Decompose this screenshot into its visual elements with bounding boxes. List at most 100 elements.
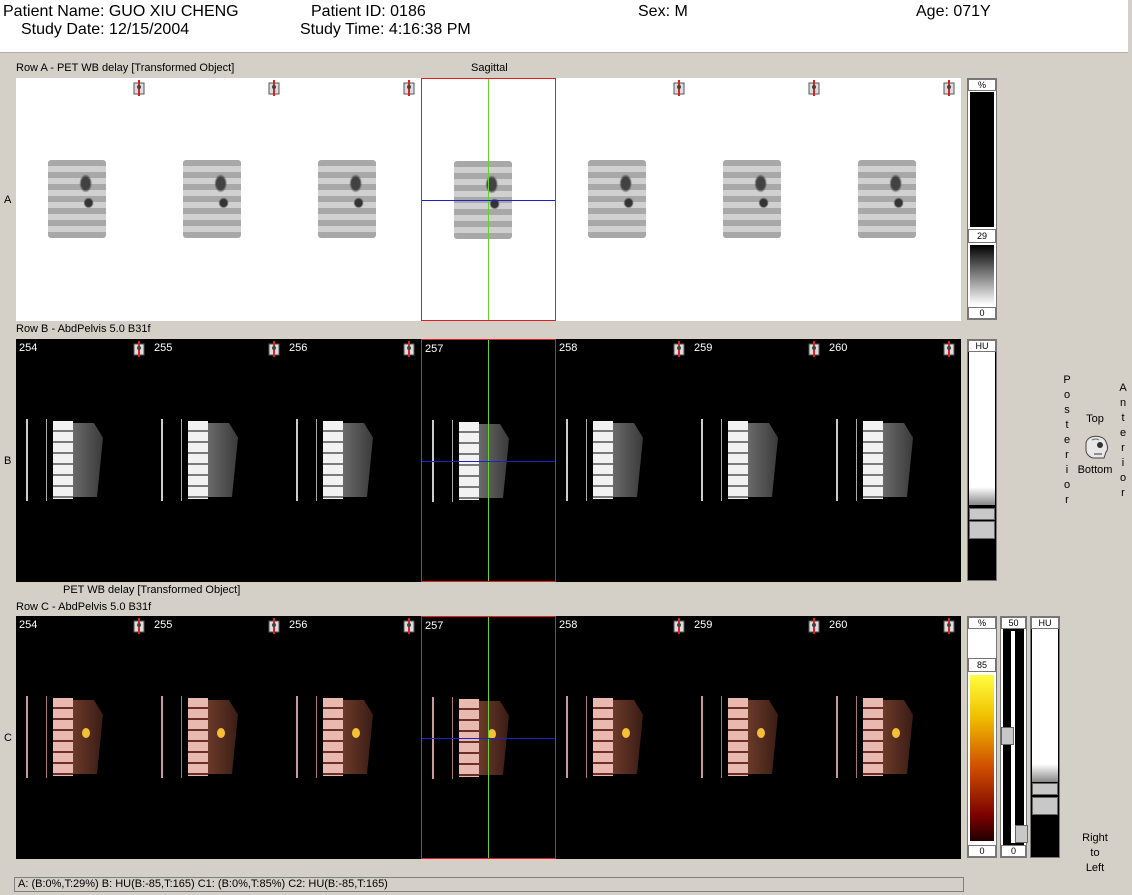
orientation-letter: i: [1065, 464, 1069, 476]
fused-sagittal-image: [296, 696, 376, 778]
row-a-scale-min[interactable]: 0: [968, 307, 996, 319]
patient-header: Patient Name: GUO XIU CHENG Patient ID: …: [0, 0, 1128, 53]
row-a-scale-window: [970, 92, 994, 227]
image-cell[interactable]: [16, 78, 151, 321]
orientation-letter: e: [1063, 434, 1071, 446]
slice-orientation-icon[interactable]: [266, 341, 282, 357]
slice-orientation-icon[interactable]: [131, 80, 147, 96]
row-c-pet-unit: %: [968, 617, 996, 629]
image-cell[interactable]: 255: [151, 616, 286, 859]
orientation-letter: r: [1121, 442, 1125, 454]
ct-sagittal-image: [26, 419, 106, 501]
row-c-image-strip[interactable]: 254 255 256 257 258 259 260: [16, 616, 961, 859]
orientation-letter: r: [1121, 487, 1125, 499]
image-cell[interactable]: 257: [421, 616, 556, 859]
image-cell[interactable]: 258: [556, 339, 691, 582]
row-c-blend-handle-left[interactable]: [1001, 727, 1014, 745]
row-c-pet-scale[interactable]: % 85 0: [967, 616, 997, 858]
image-cell[interactable]: 255: [151, 339, 286, 582]
image-cell[interactable]: 257: [421, 339, 556, 582]
slice-orientation-icon[interactable]: [401, 618, 417, 634]
image-cell[interactable]: [826, 78, 961, 321]
image-cell[interactable]: 259: [691, 339, 826, 582]
status-bar: A: (B:0%,T:29%) B: HU(B:-85,T:165) C1: (…: [14, 877, 964, 892]
slice-orientation-icon[interactable]: [941, 80, 957, 96]
slice-orientation-icon[interactable]: [671, 341, 687, 357]
row-c-ct-window: [1032, 629, 1058, 764]
slice-orientation-icon[interactable]: [806, 618, 822, 634]
slice-orientation-icon[interactable]: [671, 618, 687, 634]
image-cell[interactable]: 259: [691, 616, 826, 859]
slice-number: 256: [289, 342, 308, 354]
image-cell[interactable]: [286, 78, 421, 321]
slice-number: 258: [559, 619, 578, 631]
crosshair-horizontal[interactable]: [422, 200, 555, 201]
row-a-color-scale[interactable]: % 29 0: [967, 78, 997, 320]
top-label: Top: [1086, 413, 1104, 425]
slice-orientation-icon[interactable]: [941, 618, 957, 634]
image-cell[interactable]: 258: [556, 616, 691, 859]
row-b-image-strip[interactable]: 254 255 256 257 258 259 260: [16, 339, 961, 582]
row-c-pet-min[interactable]: 0: [968, 845, 996, 857]
row-c-hu-scale[interactable]: HU: [1030, 616, 1060, 858]
orientation-letter: r: [1065, 494, 1069, 506]
crosshair-horizontal[interactable]: [422, 738, 555, 739]
right-to-left-word: Right: [1082, 832, 1108, 844]
crosshair-horizontal[interactable]: [422, 461, 555, 462]
anterior-label: Anterior: [1118, 381, 1128, 501]
image-cell[interactable]: 256: [286, 616, 421, 859]
slice-orientation-icon[interactable]: [806, 341, 822, 357]
row-b-window-handle[interactable]: [969, 508, 995, 520]
pet-sagittal-image: [48, 160, 106, 238]
row-c-ct-level-handle[interactable]: [1032, 797, 1058, 815]
row-c-pet-value[interactable]: 85: [968, 658, 996, 672]
orientation-letter: n: [1119, 397, 1127, 409]
image-cell[interactable]: 260: [826, 339, 961, 582]
slice-orientation-icon[interactable]: [266, 80, 282, 96]
image-cell[interactable]: 254: [16, 616, 151, 859]
head-orientation-icon[interactable]: [1080, 428, 1110, 462]
row-a-scale-value[interactable]: 29: [968, 229, 996, 243]
row-b-level-handle[interactable]: [969, 521, 995, 539]
slice-orientation-icon[interactable]: [806, 80, 822, 96]
image-cell[interactable]: 254: [16, 339, 151, 582]
row-c-overlay-title: PET WB delay [Transformed Object]: [63, 584, 241, 596]
slice-orientation-icon[interactable]: [131, 341, 147, 357]
row-c-blend-handle-right[interactable]: [1015, 825, 1028, 843]
fused-sagittal-image: [566, 696, 646, 778]
slice-number: 257: [425, 343, 444, 355]
slice-number: 256: [289, 619, 308, 631]
image-cell[interactable]: [691, 78, 826, 321]
slice-orientation-icon[interactable]: [266, 618, 282, 634]
slice-number: 259: [694, 619, 713, 631]
slice-number: 254: [19, 342, 38, 354]
orientation-letter: e: [1119, 427, 1127, 439]
row-c-blend-slider[interactable]: 50 0: [1000, 616, 1028, 858]
image-cell[interactable]: [556, 78, 691, 321]
slice-orientation-icon[interactable]: [401, 80, 417, 96]
orientation-letter: o: [1063, 389, 1071, 401]
fused-sagittal-image: [701, 696, 781, 778]
patient-sex: Sex: M: [638, 3, 688, 20]
row-b-letter: B: [4, 455, 12, 467]
patient-age: Age: 071Y: [916, 3, 991, 20]
slice-orientation-icon[interactable]: [131, 618, 147, 634]
row-a-image-strip[interactable]: [16, 78, 961, 321]
ct-sagittal-image: [566, 419, 646, 501]
row-c-ct-window-handle[interactable]: [1032, 783, 1058, 795]
image-cell[interactable]: 260: [826, 616, 961, 859]
view-label: Sagittal: [471, 62, 508, 74]
image-cell[interactable]: 256: [286, 339, 421, 582]
slice-number: 257: [425, 620, 444, 632]
slice-orientation-icon[interactable]: [941, 341, 957, 357]
slice-orientation-icon[interactable]: [401, 341, 417, 357]
ct-sagittal-image: [836, 419, 916, 501]
row-c-blend-bottom: 0: [1001, 845, 1026, 857]
image-cell[interactable]: [151, 78, 286, 321]
slice-orientation-icon[interactable]: [671, 80, 687, 96]
right-to-left-word: Left: [1085, 862, 1105, 874]
image-cell[interactable]: [421, 78, 556, 321]
slice-number: 255: [154, 342, 173, 354]
fused-sagittal-image: [26, 696, 106, 778]
row-b-hu-scale[interactable]: HU: [967, 339, 997, 581]
